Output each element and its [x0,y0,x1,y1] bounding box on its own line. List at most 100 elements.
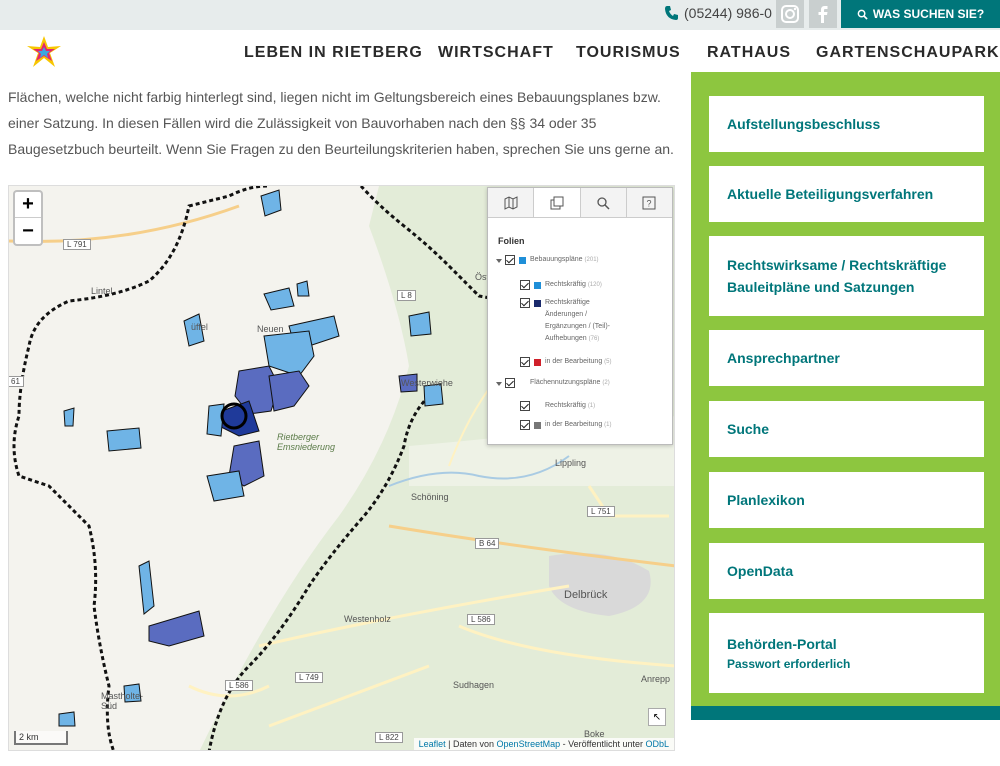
layer-checkbox[interactable] [520,420,530,430]
road-label: L 751 [587,506,615,517]
zoom-in-button[interactable]: + [15,192,41,218]
phone-link[interactable]: (05244) 986-0 [664,5,772,21]
sidebar-item-label: Planlexikon [727,492,805,508]
phone-icon [665,6,678,20]
phone-number: (05244) 986-0 [684,5,772,21]
nav-gartenschaupark[interactable]: GARTENSCHAUPARK [816,44,1000,64]
map-icon [504,195,518,210]
sidebar-item-sublabel: Passwort erforderlich [727,657,851,671]
nav-leben-in-rietberg[interactable]: LEBEN IN RIETBERG [244,44,423,64]
attribution-text: - Veröffentlicht unter [560,739,646,749]
tab-layers[interactable] [534,188,581,217]
collapse-icon[interactable] [496,259,502,263]
nav-tourismus[interactable]: TOURISMUS [576,44,681,64]
search-icon [597,196,610,210]
layers-icon [550,196,564,209]
layer-row[interactable]: Rechtskräftig (120) [520,279,602,291]
layer-checkbox[interactable] [520,357,530,367]
top-bar: (05244) 986-0 WAS SUCHEN SIE? [0,0,1000,30]
osm-link[interactable]: OpenStreetMap [497,739,561,749]
sidebar-item-suche[interactable]: Suche [709,401,984,457]
layer-label: in der Bearbeitung [545,421,603,428]
search-button[interactable]: WAS SUCHEN SIE? [841,0,1000,28]
layer-row[interactable]: in der Bearbeitung (5) [520,356,612,368]
layer-label: Rechtskräftig [545,281,586,288]
place-label: Schöning [411,492,449,502]
layer-panel: ? Folien Bebauungspläne (201) Rechtskräf… [487,187,673,445]
layer-label: in der Bearbeitung [545,358,603,365]
place-label: üffel [191,322,208,332]
map-view[interactable]: + − Lintel Neuen Rietberger Emsniederung… [8,185,675,751]
rietberg-logo[interactable] [24,34,64,70]
leaflet-link[interactable]: Leaflet [419,739,446,749]
road-label: L 586 [467,614,495,625]
tab-map[interactable] [488,188,535,217]
road-label: L 791 [63,239,91,250]
road-label: 61 [9,376,24,387]
road-label: L 8 [397,290,416,301]
layer-row[interactable]: Flächennutzungspläne (2) [505,377,610,389]
facebook-button[interactable] [809,0,837,28]
place-label: Mastholte-Süd [101,691,144,711]
sidebar-item-label: Aufstellungsbeschluss [727,116,881,132]
place-label: Sudhagen [453,680,495,690]
layer-row[interactable]: in der Bearbeitung (1) [520,419,612,431]
collapse-icon[interactable] [496,382,502,386]
sidebar-bottom-bar [691,706,1000,720]
nav-wirtschaft[interactable]: WIRTSCHAFT [438,44,554,64]
expand-icon: ↖ [652,711,662,723]
help-icon: ? [642,196,656,209]
sidebar-item-ansprechpartner[interactable]: Ansprechpartner [709,330,984,386]
zoom-out-button[interactable]: − [15,218,41,244]
intro-text: Flächen, welche nicht farbig hinterlegt … [8,89,674,157]
zoom-control: + − [13,190,43,246]
road-label: L 749 [295,672,323,683]
facebook-icon [818,6,828,23]
layer-row[interactable]: Bebauungspläne (201) [505,254,599,266]
tab-help[interactable]: ? [626,188,672,217]
layer-checkbox[interactable] [505,255,515,265]
sidebar-item-label: Behörden-Portal [727,636,837,652]
sidebar-item-opendata[interactable]: OpenData [709,543,984,599]
sidebar-item-planlexikon[interactable]: Planlexikon [709,472,984,528]
layer-swatch [519,380,526,387]
layer-checkbox[interactable] [520,280,530,290]
layer-swatch [534,359,541,366]
odbl-link[interactable]: ODbL [645,739,669,749]
instagram-icon [781,5,799,23]
svg-text:?: ? [647,198,652,208]
layer-swatch [534,403,541,410]
sidebar-item-aktuelle-beteiligungsverfahren[interactable]: Aktuelle Beteiligungsverfahren [709,166,984,222]
place-label: Lippling [555,458,587,468]
layer-count: (5) [604,359,612,365]
layer-checkbox[interactable] [520,298,530,308]
layer-count: (120) [587,282,602,288]
tab-search[interactable] [580,188,627,217]
road-label: L 822 [375,732,403,743]
layer-row[interactable]: Rechtskräftige Änderungen / Ergänzungen … [520,297,665,345]
sidebar-item-aufstellungsbeschluss[interactable]: Aufstellungsbeschluss [709,96,984,152]
layer-count: (1) [604,422,612,428]
layer-count: (76) [588,336,600,342]
place-label: Lintel [91,286,113,296]
fullscreen-button[interactable]: ↖ [648,708,666,726]
layer-label: Rechtskräftige Änderungen / Ergänzungen … [545,299,610,342]
sidebar-item-label: Rechtswirksame / Rechtskräftige Bauleitp… [727,257,947,295]
layer-row[interactable]: Rechtskräftig (1) [520,400,595,412]
nav-rathaus[interactable]: RATHAUS [707,44,791,64]
layer-label: Rechtskräftig [545,402,586,409]
layer-count: (201) [584,257,599,263]
place-label: Neuen [257,324,284,334]
search-icon [857,9,868,20]
layer-tabs: ? [488,188,672,218]
scale-bar: 2 km [14,731,68,745]
layer-swatch [519,257,526,264]
sidebar-item-behoerden-portal[interactable]: Behörden-Portal Passwort erforderlich [709,613,984,693]
layer-checkbox[interactable] [505,378,515,388]
layer-checkbox[interactable] [520,401,530,411]
sidebar-item-rechtswirksame[interactable]: Rechtswirksame / Rechtskräftige Bauleitp… [709,236,984,316]
sidebar-item-label: Ansprechpartner [727,350,840,366]
instagram-button[interactable] [776,0,804,28]
layer-label: Bebauungspläne [530,256,583,263]
road-label: B 64 [475,538,500,549]
